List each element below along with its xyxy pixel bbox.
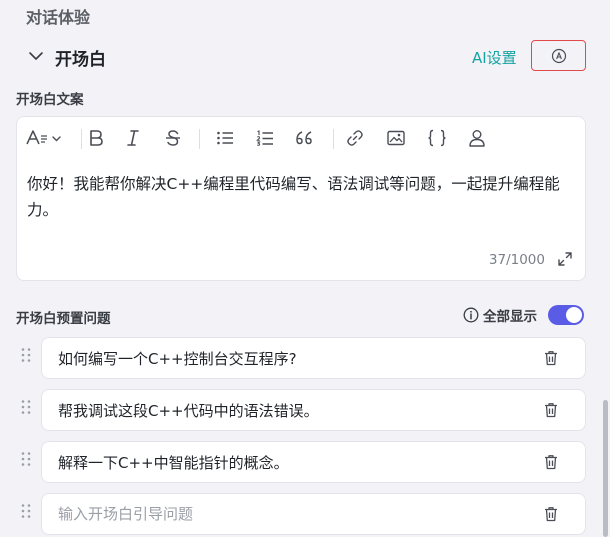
ai-assist-button[interactable] [531,40,586,71]
preset-question-text[interactable]: 帮我调试这段C++代码中的语法错误。 [58,400,319,421]
bullet-list-button[interactable] [214,127,236,149]
preset-questions-label: 开场白预置问题 [16,311,111,327]
section-title: 对话体验 [26,8,91,27]
image-button[interactable] [385,127,407,149]
new-question-input[interactable] [58,502,498,526]
toolbar-divider [199,129,200,149]
trash-icon[interactable] [543,350,559,366]
preset-question-row[interactable]: 帮我调试这段C++代码中的语法错误。 [41,389,586,431]
drag-handle-icon[interactable] [20,451,32,467]
italic-button[interactable] [122,127,144,149]
mention-button[interactable] [466,127,488,149]
link-button[interactable] [344,127,366,149]
char-counter: 37/1000 [488,252,545,268]
numbered-list-icon [256,130,273,146]
quote-button[interactable] [293,127,315,149]
strikethrough-icon [166,130,180,146]
ai-circle-icon [551,48,566,63]
image-icon [387,130,405,146]
opening-copy-label: 开场白文案 [16,92,84,108]
code-button[interactable] [426,127,448,149]
opening-editor[interactable]: 你好！我能帮你解决C++编程里代码编写、语法调试等问题，一起提升编程能力。 37… [16,116,586,281]
quote-icon [296,131,312,145]
bold-button[interactable] [85,127,107,149]
expand-icon[interactable] [557,251,573,267]
info-icon [463,307,479,323]
drag-handle-icon[interactable] [20,347,32,363]
show-all-control: 全部显示 [463,305,537,325]
preset-question-row[interactable]: 解释一下C++中智能指针的概念。 [41,441,586,483]
strikethrough-button[interactable] [162,127,184,149]
trash-icon[interactable] [543,454,559,470]
toolbar-divider [333,129,334,149]
bullet-list-icon [217,131,233,145]
text-style-dropdown[interactable] [25,127,69,149]
text-style-icon [26,130,61,145]
numbered-list-button[interactable] [254,127,276,149]
opening-title[interactable]: 开场白 [55,45,106,70]
opening-editor-text[interactable]: 你好！我能帮你解决C++编程里代码编写、语法调试等问题，一起提升编程能力。 [27,171,575,223]
scrollbar-thumb[interactable] [603,400,608,537]
trash-icon[interactable] [543,402,559,418]
chevron-down-icon[interactable] [26,46,46,66]
ai-settings-link[interactable]: AI设置 [472,47,517,68]
preset-question-text[interactable]: 如何编写一个C++控制台交互程序? [58,348,297,369]
toolbar-divider [81,129,82,149]
toggle-knob [566,307,582,323]
link-icon [347,130,363,146]
new-question-row[interactable] [41,493,586,535]
bold-icon [90,130,103,146]
italic-icon [127,130,139,146]
trash-icon[interactable] [543,506,559,522]
drag-handle-icon[interactable] [20,399,32,415]
preset-question-row[interactable]: 如何编写一个C++控制台交互程序? [41,337,586,379]
drag-handle-icon[interactable] [20,503,32,519]
editor-toolbar [17,117,585,159]
show-all-toggle[interactable] [548,305,584,325]
show-all-label: 全部显示 [483,309,537,325]
person-icon [469,130,485,147]
preset-question-text[interactable]: 解释一下C++中智能指针的概念。 [58,452,289,473]
code-braces-icon [428,129,446,147]
